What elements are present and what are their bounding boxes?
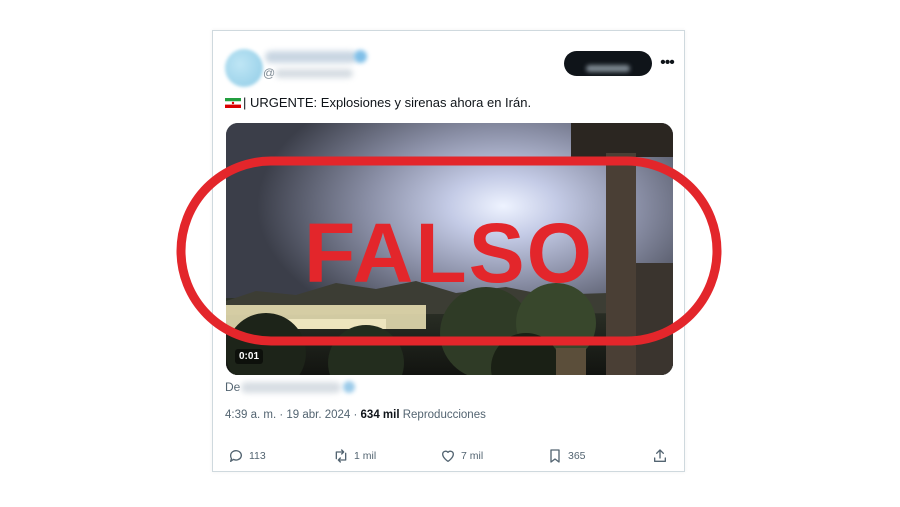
reply-icon <box>229 450 242 462</box>
action-bar: 113 1 mil 7 mil 365 <box>225 446 672 466</box>
stamp-label: FALSO <box>304 206 594 300</box>
more-options-icon[interactable]: ••• <box>658 51 676 75</box>
blurred-follow-label <box>586 64 630 72</box>
tweet-timestamp[interactable]: 4:39 a. m. · 19 abr. 2024 · <box>225 409 361 421</box>
heart-icon <box>442 450 454 462</box>
views-count: 634 mil <box>360 409 400 421</box>
source-prefix: De <box>225 380 241 394</box>
verified-badge-icon <box>354 50 367 63</box>
source-verified-icon <box>343 381 355 393</box>
blurred-source-name[interactable] <box>241 382 341 393</box>
falso-stamp: FALSO <box>176 156 722 346</box>
follow-button[interactable] <box>564 51 652 76</box>
tweet-text-row: | URGENTE: Explosiones y sirenas ahora e… <box>225 95 531 110</box>
bookmark-count: 365 <box>568 450 586 462</box>
share-icon <box>654 449 666 462</box>
bookmark-icon <box>550 449 560 463</box>
tweet-text: | URGENTE: Explosiones y sirenas ahora e… <box>243 95 532 110</box>
avatar[interactable] <box>225 49 263 87</box>
repost-button[interactable]: 1 mil <box>333 446 376 466</box>
like-count: 7 mil <box>461 450 484 462</box>
repost-icon <box>335 449 347 463</box>
blurred-handle[interactable] <box>275 69 353 78</box>
iran-flag-icon <box>225 98 241 108</box>
bookmark-button[interactable]: 365 <box>547 446 586 466</box>
repost-count: 1 mil <box>354 450 377 462</box>
share-button[interactable] <box>652 446 673 466</box>
like-button[interactable]: 7 mil <box>440 446 483 466</box>
tweet-meta: 4:39 a. m. · 19 abr. 2024 · 634 mil Repr… <box>225 409 486 421</box>
reply-count: 113 <box>249 450 266 462</box>
video-time-badge: 0:01 <box>235 349 264 364</box>
reply-button[interactable]: 113 <box>228 446 266 466</box>
blurred-display-name[interactable] <box>265 51 357 63</box>
handle-prefix: @ <box>263 66 276 80</box>
views-label: Reproducciones <box>402 409 486 421</box>
